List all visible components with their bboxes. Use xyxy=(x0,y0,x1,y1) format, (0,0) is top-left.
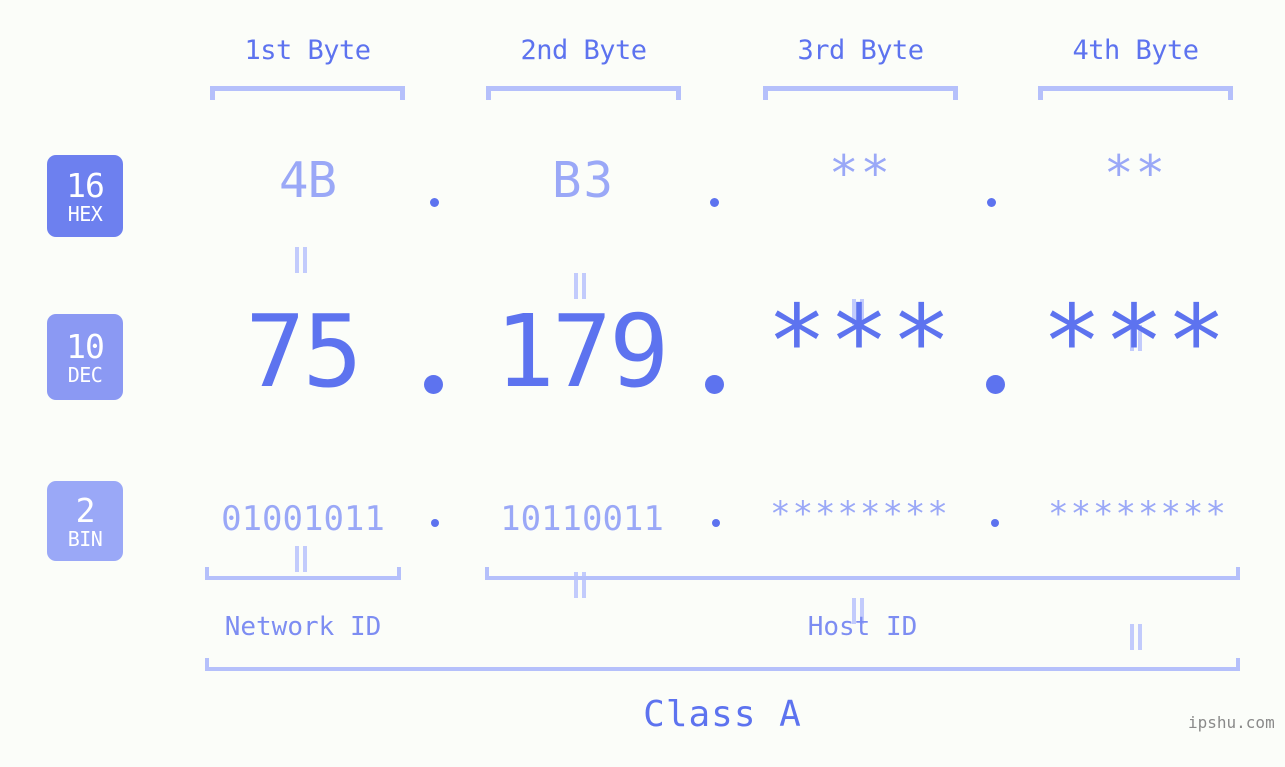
class-label: Class A xyxy=(643,694,802,735)
bin-separator-dot-3 xyxy=(991,519,999,527)
radix-badge-dec-label: DEC xyxy=(67,362,103,387)
dec-byte-4-value: *** xyxy=(1041,283,1229,400)
radix-badge-bin-label: BIN xyxy=(67,526,103,551)
radix-badge-bin-number: 2 xyxy=(75,490,96,530)
byte-header-1: 1st Byte xyxy=(244,35,371,66)
host-id-label: Host ID xyxy=(807,612,918,642)
hex-separator-dot-1 xyxy=(430,198,439,207)
watermark: ipshu.com xyxy=(1188,713,1275,732)
dec-separator-dot-2 xyxy=(705,375,724,394)
network-id-label: Network ID xyxy=(224,612,382,642)
hex-separator-dot-2 xyxy=(710,198,719,207)
radix-badge-hex-number: 16 xyxy=(66,165,105,205)
byte-bracket-1 xyxy=(210,86,405,100)
radix-badge-dec-number: 10 xyxy=(66,326,105,366)
network-id-bracket xyxy=(205,567,401,580)
byte-bracket-2 xyxy=(486,86,681,100)
dec-separator-dot-3 xyxy=(986,375,1005,394)
host-id-bracket xyxy=(485,567,1240,580)
byte-bracket-4 xyxy=(1038,86,1233,100)
hex-byte-3-value: ** xyxy=(828,145,892,202)
hex-byte-1-value: 4B xyxy=(278,152,337,209)
radix-badge-hex-label: HEX xyxy=(67,201,103,226)
bin-byte-4-value: ******** xyxy=(1048,494,1228,534)
dec-byte-1-value: 75 xyxy=(245,293,362,410)
radix-badge-dec: 10 DEC xyxy=(47,314,123,400)
byte-header-2: 2nd Byte xyxy=(520,35,647,66)
hex-byte-4-value: ** xyxy=(1103,145,1167,202)
byte-header-3: 3rd Byte xyxy=(797,35,924,66)
radix-badge-bin: 2 BIN xyxy=(47,481,123,561)
bin-byte-1-value: 01001011 xyxy=(221,499,385,539)
class-bracket xyxy=(205,658,1240,671)
dec-byte-3-value: *** xyxy=(766,283,954,400)
bin-separator-dot-1 xyxy=(431,519,439,527)
bin-byte-3-value: ******** xyxy=(770,494,950,534)
equals-mark-hex-dec-1 xyxy=(294,247,308,273)
radix-badge-hex: 16 HEX xyxy=(47,155,123,237)
byte-header-4: 4th Byte xyxy=(1072,35,1199,66)
hex-separator-dot-3 xyxy=(987,198,996,207)
byte-bracket-3 xyxy=(763,86,958,100)
ip-address-breakdown-diagram: 1st Byte 2nd Byte 3rd Byte 4th Byte 16 H… xyxy=(0,0,1285,767)
dec-byte-2-value: 179 xyxy=(494,293,670,410)
dec-separator-dot-1 xyxy=(424,375,443,394)
hex-byte-2-value: B3 xyxy=(551,152,615,209)
bin-separator-dot-2 xyxy=(712,519,720,527)
bin-byte-2-value: 10110011 xyxy=(500,499,664,539)
